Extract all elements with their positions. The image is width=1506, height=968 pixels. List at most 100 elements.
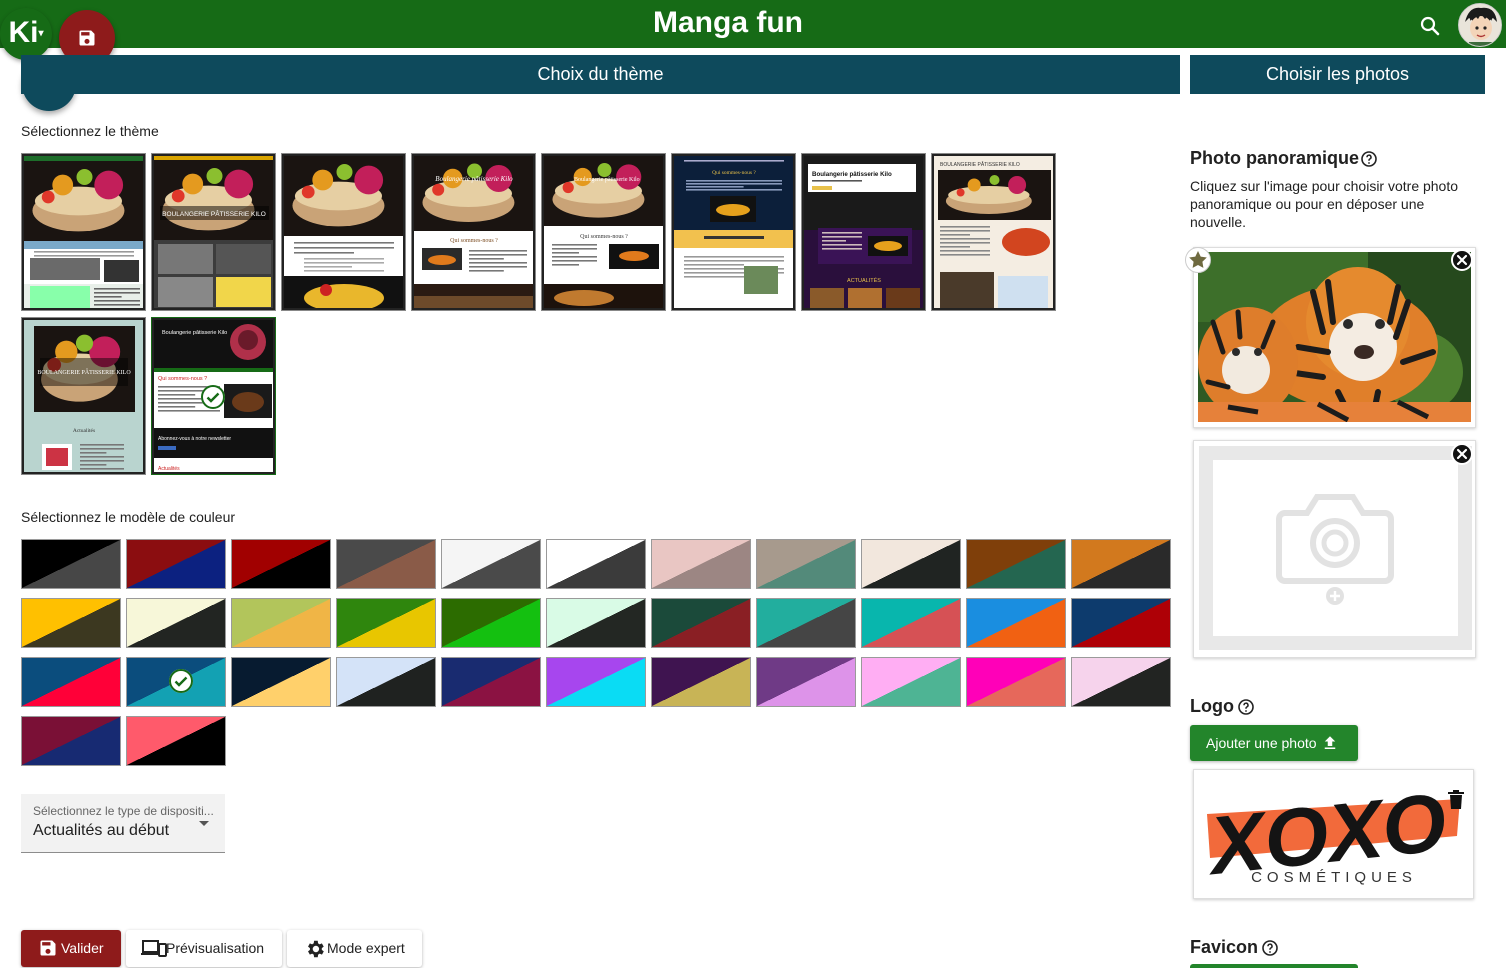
color-section-label: Sélectionnez le modèle de couleur [21,509,236,525]
star-icon[interactable] [1185,247,1211,273]
favicon-add-button[interactable] [1190,964,1358,968]
color-swatch-18[interactable] [651,598,751,648]
theme-preview-image: Boulangerie pâtisserie Kilo ACTUALITÉS [804,156,923,308]
color-swatch-30[interactable] [756,657,856,707]
theme-thumbnail-5[interactable]: Boulangerie pâtisserie Kilo Qui sommes-n… [541,153,666,311]
theme-preview-image: BOULANGERIE PÂTISSERIE KILO [934,156,1053,308]
color-swatch-4[interactable] [336,539,436,589]
color-swatch-11[interactable] [1071,539,1171,589]
theme-thumbnail-8[interactable]: BOULANGERIE PÂTISSERIE KILO [931,153,1056,311]
color-swatch-10[interactable] [966,539,1066,589]
color-swatch-31[interactable] [861,657,961,707]
color-swatch-22[interactable] [1071,598,1171,648]
theme-10-title: Boulangerie pâtisserie Kilo [162,330,227,336]
color-swatch-5[interactable] [441,539,541,589]
color-swatch-21[interactable] [966,598,1066,648]
color-swatch-26[interactable] [336,657,436,707]
color-swatch-7[interactable] [651,539,751,589]
color-swatch-12[interactable] [21,598,121,648]
color-swatch-13[interactable] [126,598,226,648]
theme-preview-image: BOULANGERIE PÂTISSERIE KILO Actualités [24,320,143,472]
theme-preview-image: Qui sommes-nous ? [674,156,793,308]
color-swatch-34[interactable] [21,716,121,766]
devices-icon [141,940,167,957]
theme-5-title: Boulangerie pâtisserie Kilo [574,177,640,183]
color-swatch-8[interactable] [756,539,856,589]
theme-thumbnail-2[interactable]: BOULANGERIE PÂTISSERIE KILO [151,153,276,311]
tab-theme-choice[interactable]: Choix du thème [21,55,1180,94]
expert-mode-button-label: Mode expert [327,940,405,956]
color-swatch-9[interactable] [861,539,961,589]
validate-button-label: Valider [61,940,104,956]
ki-logo-text: Ki [8,16,39,49]
user-avatar[interactable] [1458,3,1502,47]
logo-card[interactable]: XOXO COSMÉTIQUES [1193,769,1474,899]
preview-button[interactable]: Prévisualisation [126,930,282,967]
ki-logo-caret: ▾ [38,28,44,40]
color-swatch-15[interactable] [336,598,436,648]
close-icon[interactable] [1451,443,1473,465]
theme-5-subtitle: Qui sommes-nous ? [580,234,628,240]
logo-subtitle: COSMÉTIQUES [1251,869,1417,886]
validate-button[interactable]: Valider [21,930,121,967]
save-icon [40,940,56,956]
theme-thumbnail-1[interactable] [21,153,146,311]
trash-icon[interactable] [1447,790,1465,810]
theme-10-actus: Actualités [158,466,180,472]
favicon-heading: Favicon [1190,937,1259,957]
theme-7-title: Boulangerie pâtisserie Kilo [812,171,892,178]
save-icon [79,30,95,46]
color-swatch-28[interactable] [546,657,646,707]
search-icon[interactable] [1418,14,1442,38]
add-photo-button-label: Ajouter une photo [1206,735,1317,751]
layout-type-select[interactable]: Sélectionnez le type de dispositi... Act… [21,794,225,853]
help-icon[interactable] [1361,151,1377,167]
ki-logo[interactable]: Ki▾ [0,8,52,60]
theme-thumbnail-7[interactable]: Boulangerie pâtisserie Kilo ACTUALITÉS [801,153,926,311]
color-swatch-19[interactable] [756,598,856,648]
color-swatch-14[interactable] [231,598,331,648]
color-swatch-29[interactable] [651,657,751,707]
close-icon[interactable] [1451,249,1473,271]
theme-8-title: BOULANGERIE PÂTISSERIE KILO [940,161,1020,168]
color-swatch-16[interactable] [441,598,541,648]
app-bar-divider [0,48,1506,52]
color-swatch-32[interactable] [966,657,1066,707]
layout-type-select-value: Actualités au début [33,822,170,839]
theme-10-news: Abonnez-vous à notre newsletter [158,436,231,442]
color-swatch-33[interactable] [1071,657,1171,707]
theme-4-title: Boulangerie pâtisserie Kilo [435,175,513,183]
color-swatch-27[interactable] [441,657,541,707]
theme-section-label: Sélectionnez le thème [21,123,159,139]
panorama-heading: Photo panoramique [1190,148,1360,168]
theme-thumbnail-9[interactable]: BOULANGERIE PÂTISSERIE KILO Actualités [21,317,146,475]
color-swatch-25[interactable] [231,657,331,707]
panorama-description: Cliquez sur l'image pour choisir votre p… [1190,178,1459,230]
color-swatch-35[interactable] [126,716,226,766]
empty-photo-card[interactable] [1193,440,1476,658]
theme-thumbnail-4[interactable]: Boulangerie pâtisserie Kilo Qui sommes-n… [411,153,536,311]
color-swatch-23[interactable] [21,657,121,707]
help-icon[interactable] [1262,940,1278,956]
add-photo-button[interactable]: Ajouter une photo [1190,725,1358,761]
app-title: Manga fun [653,6,803,39]
theme-thumbnail-6[interactable]: Qui sommes-nous ? [671,153,796,311]
theme-9-title: BOULANGERIE PÂTISSERIE KILO [37,368,131,376]
tiger-photo [1198,252,1471,422]
theme-6-subtitle: Qui sommes-nous ? [712,170,756,176]
theme-4-subtitle: Qui sommes-nous ? [450,238,498,244]
theme-thumbnail-3[interactable] [281,153,406,311]
layout-type-select-label: Sélectionnez le type de dispositi... [33,804,214,818]
color-swatch-1[interactable] [21,539,121,589]
expert-mode-button[interactable]: Mode expert [287,930,422,967]
color-swatch-20[interactable] [861,598,961,648]
color-swatch-2[interactable] [126,539,226,589]
help-icon[interactable] [1238,699,1254,715]
dropdown-caret-icon [199,821,209,826]
color-swatch-17[interactable] [546,598,646,648]
theme-preview-image [284,156,403,308]
panorama-photo-card[interactable] [1193,247,1476,428]
color-swatch-6[interactable] [546,539,646,589]
color-swatch-3[interactable] [231,539,331,589]
tab-choose-photos[interactable]: Choisir les photos [1190,55,1485,94]
